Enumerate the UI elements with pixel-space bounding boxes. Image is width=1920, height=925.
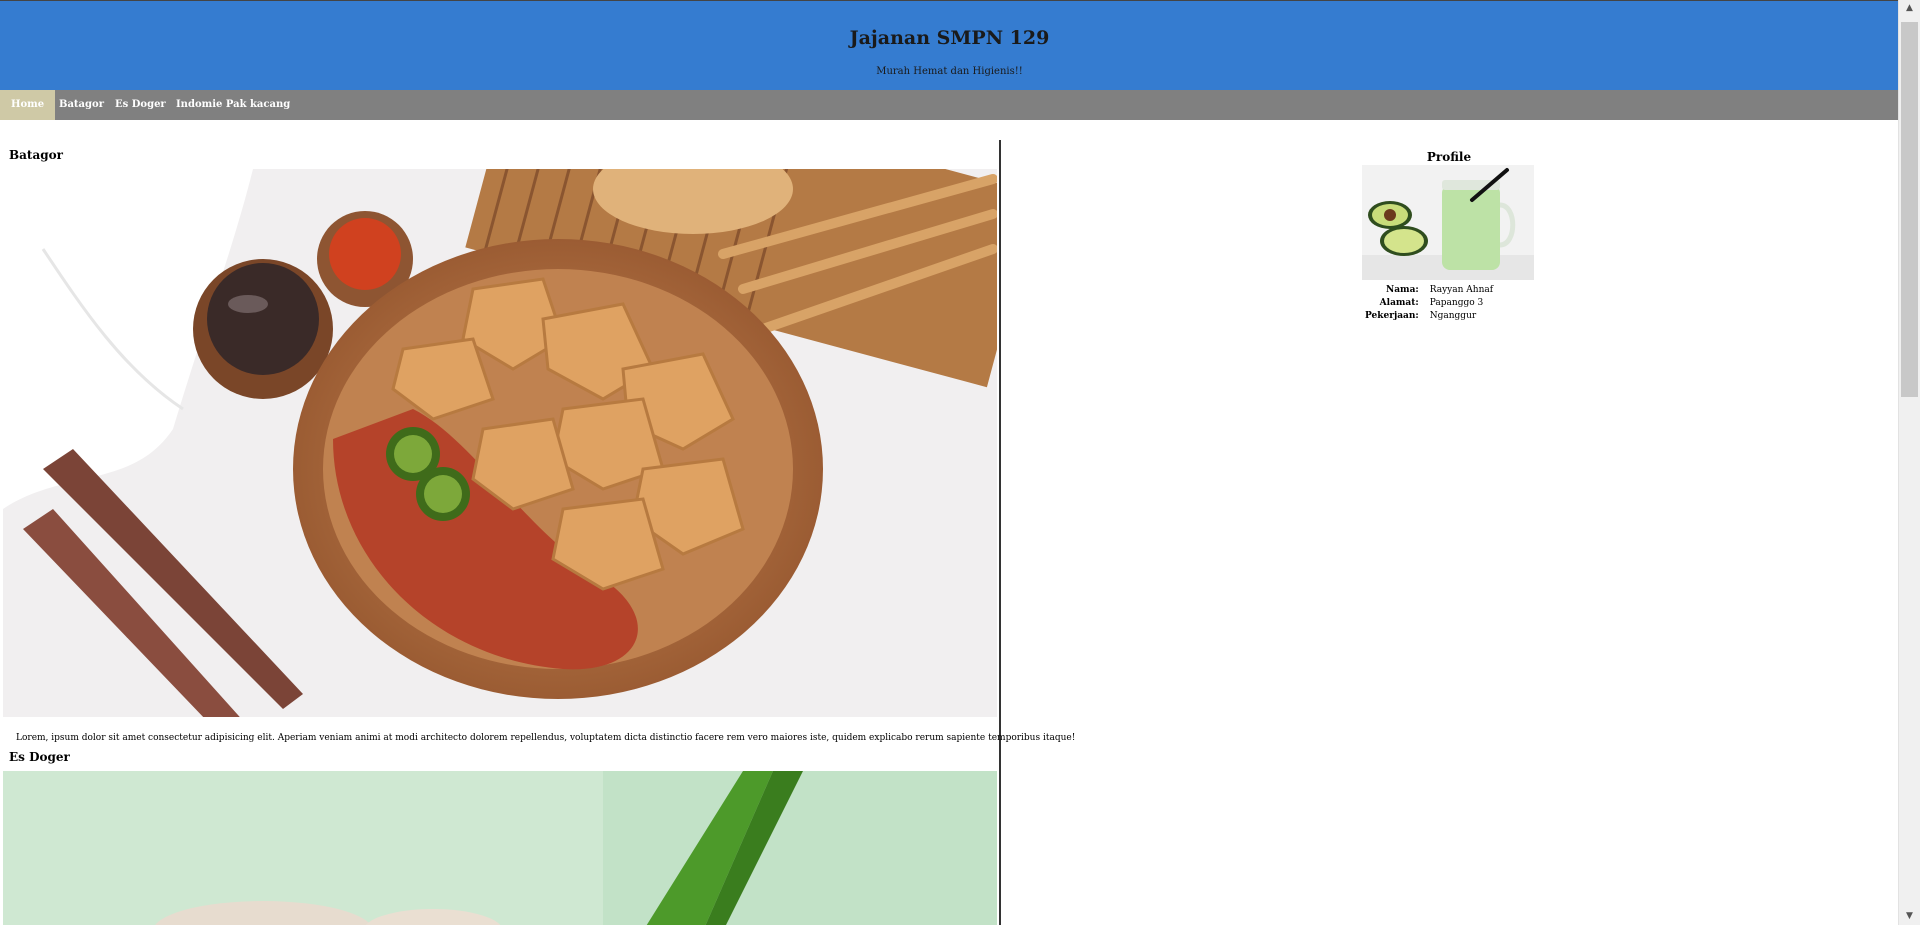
site-subtitle: Murah Hemat dan Higienis!! — [876, 66, 1023, 77]
section-title-es-doger: Es Doger — [9, 750, 70, 764]
nav-item-home[interactable]: Home — [0, 90, 56, 120]
profile-image — [1362, 165, 1534, 280]
nav-item-indomie[interactable]: Indomie Pak kacang — [165, 90, 301, 120]
scroll-down-arrow-icon[interactable]: ▼ — [1899, 908, 1920, 925]
batagor-image — [3, 169, 997, 717]
batagor-description: Lorem, ipsum dolor sit amet consectetur … — [16, 733, 1076, 743]
site-title: Jajanan SMPN 129 — [849, 27, 1050, 49]
profile-title: Profile — [1426, 150, 1472, 164]
scroll-up-arrow-icon[interactable]: ▲ — [1899, 0, 1920, 17]
profile-row: Alamat: Papanggo 3 — [1362, 296, 1496, 309]
profile-key: Pekerjaan: — [1365, 310, 1419, 321]
page: Jajanan SMPN 129 Murah Hemat dan Higieni… — [0, 0, 1899, 925]
profile-key: Nama: — [1386, 284, 1419, 295]
profile-value: Nganggur — [1429, 310, 1477, 321]
vertical-scrollbar[interactable]: ▲ ▼ — [1898, 0, 1920, 925]
nav-bar: Home Batagor Es Doger Indomie Pak kacang — [0, 90, 1899, 120]
profile-value: Papanggo 3 — [1429, 297, 1484, 308]
profile-row: Nama: Rayyan Ahnaf — [1362, 283, 1496, 296]
profile-value: Rayyan Ahnaf — [1429, 284, 1494, 295]
section-title-batagor: Batagor — [9, 148, 63, 162]
profile-details: Nama: Rayyan Ahnaf Alamat: Papanggo 3 Pe… — [1362, 283, 1496, 322]
profile-row: Pekerjaan: Nganggur — [1362, 309, 1496, 322]
site-header: Jajanan SMPN 129 Murah Hemat dan Higieni… — [0, 0, 1899, 91]
main-content: Batagor Lorem, ipsum dolor sit amet cons… — [0, 140, 1076, 925]
profile-panel: Profile Nama: Rayyan Ahnaf Alamat: Papan… — [1362, 150, 1536, 321]
profile-key: Alamat: — [1379, 297, 1419, 308]
scroll-thumb[interactable] — [1901, 22, 1918, 397]
es-doger-image — [3, 771, 997, 925]
